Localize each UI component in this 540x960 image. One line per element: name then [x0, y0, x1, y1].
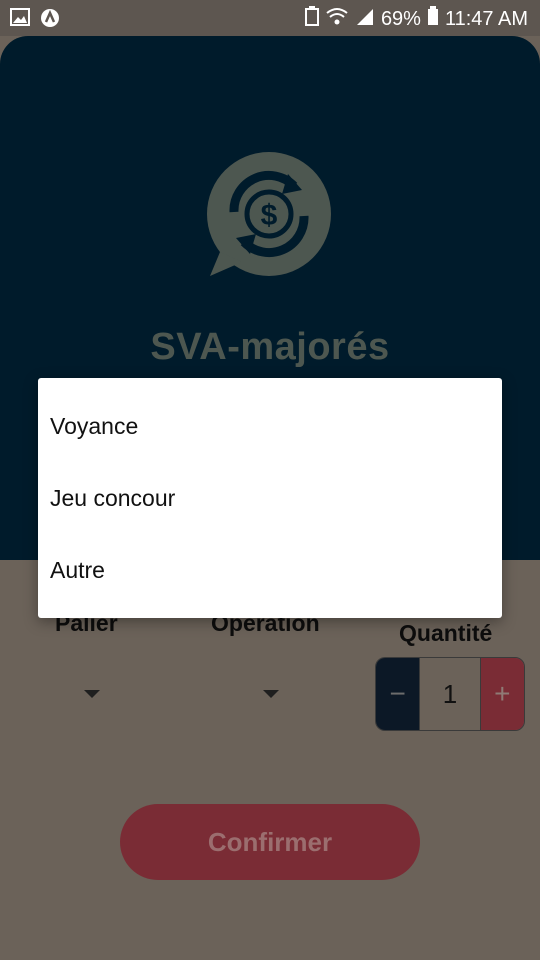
- quantite-label: Quantité: [399, 620, 493, 646]
- menu-item-autre[interactable]: Autre: [38, 534, 502, 606]
- menu-item-voyance[interactable]: Voyance: [38, 390, 502, 462]
- svg-text:$: $: [261, 199, 278, 232]
- quantity-stepper: − 1 +: [375, 657, 525, 731]
- palier-dropdown-caret-icon[interactable]: [84, 690, 100, 698]
- dropdown-menu: Voyance Jeu concour Autre: [38, 378, 502, 618]
- decrement-button[interactable]: −: [376, 658, 420, 730]
- clock: 11:47 AM: [444, 7, 528, 30]
- quantity-value: 1: [419, 658, 481, 730]
- currency-exchange-logo-icon: $: [202, 152, 336, 280]
- battery-saver-icon: [304, 6, 319, 32]
- increment-button[interactable]: +: [480, 658, 524, 730]
- signal-icon: [355, 6, 375, 32]
- battery-percent: 69%: [380, 7, 421, 30]
- status-bar: 69% 11:47 AM: [0, 0, 540, 36]
- order-form: Palier Operation Quantité − 1 + Confirme…: [0, 560, 540, 960]
- wifi-icon: [325, 6, 349, 32]
- confirm-button[interactable]: Confirmer: [120, 804, 420, 880]
- battery-icon: [427, 6, 439, 32]
- menu-item-jeu-concour[interactable]: Jeu concour: [38, 462, 502, 534]
- app-title: SVA-majorés: [150, 326, 390, 368]
- operation-dropdown-caret-icon[interactable]: [263, 690, 279, 698]
- gallery-icon: [10, 8, 30, 33]
- app-notification-icon: [40, 8, 60, 33]
